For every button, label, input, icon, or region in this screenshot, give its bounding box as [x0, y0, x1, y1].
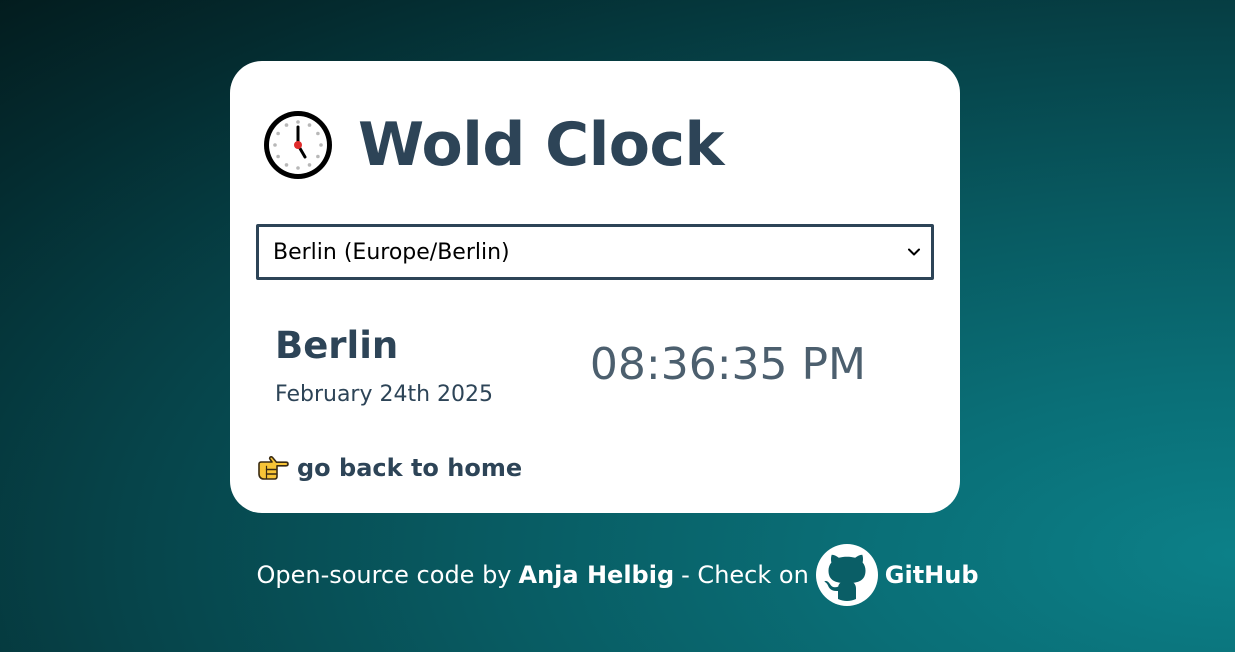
github-link[interactable]: GitHub	[815, 544, 979, 606]
back-home-label: go back to home	[297, 454, 523, 482]
clock-icon	[264, 111, 332, 179]
chevron-down-icon	[908, 248, 920, 256]
city-select[interactable]: Berlin (Europe/Berlin)	[256, 224, 934, 280]
title-row: Wold Clock	[262, 107, 724, 183]
page-title: Wold Clock	[358, 110, 724, 180]
city-name: Berlin	[275, 324, 399, 367]
city-time: 08:36:35 PM	[589, 339, 866, 390]
footer-middle: - Check on	[681, 561, 809, 589]
footer-author: Anja Helbig	[518, 561, 675, 589]
footer-prefix: Open-source code by	[256, 561, 512, 589]
city-select-value: Berlin (Europe/Berlin)	[273, 239, 510, 265]
github-label: GitHub	[884, 561, 979, 589]
github-icon	[815, 544, 878, 606]
clock-card: Wold Clock Berlin (Europe/Berlin) Berlin…	[230, 61, 960, 513]
footer: Open-source code by Anja Helbig - Check …	[0, 543, 1235, 607]
back-home-link[interactable]: go back to home	[257, 454, 522, 482]
pointing-hand-icon	[258, 455, 289, 480]
city-date: February 24th 2025	[275, 382, 494, 407]
